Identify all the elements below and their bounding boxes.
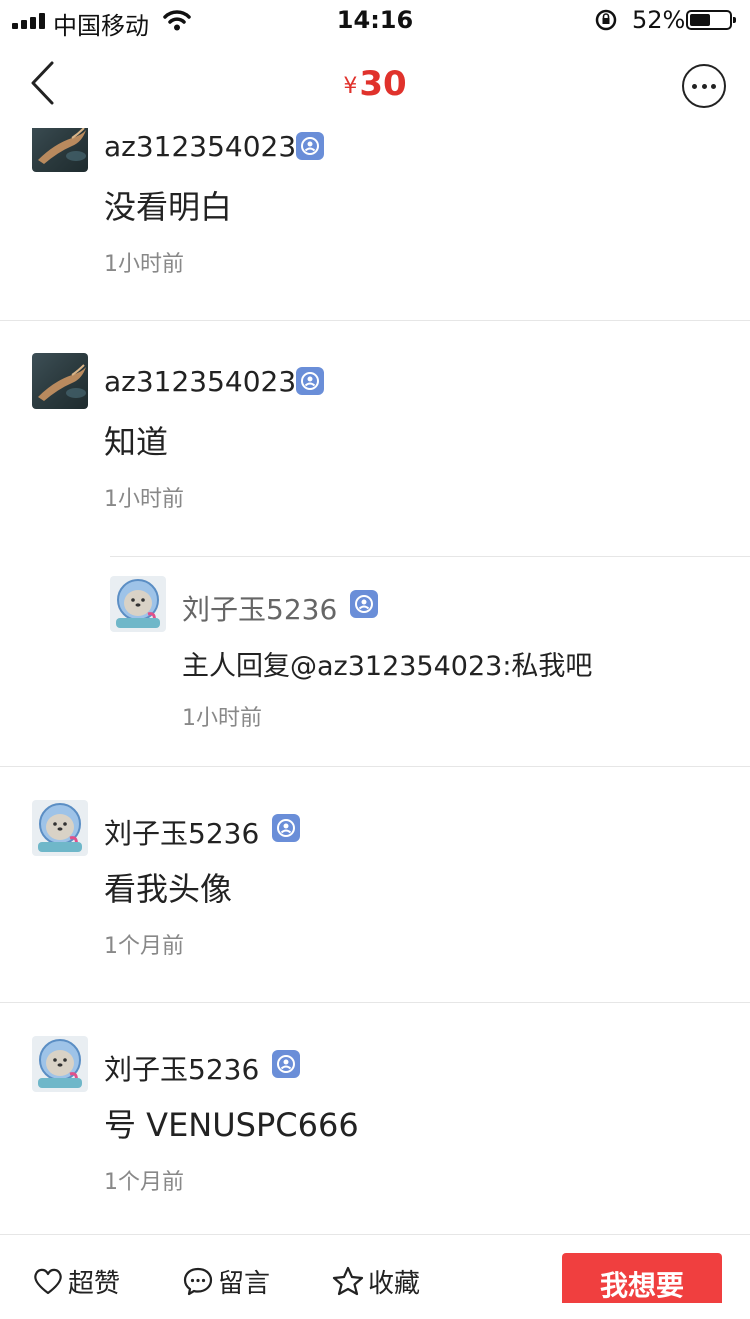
more-dot-icon xyxy=(711,84,716,89)
nav-bar: ¥30 xyxy=(0,44,750,128)
divider xyxy=(110,556,750,557)
divider xyxy=(0,320,750,321)
battery-percent: 52% xyxy=(632,6,686,34)
verified-badge-icon xyxy=(272,1050,300,1078)
seal-avatar-image xyxy=(32,800,88,856)
star-icon xyxy=(332,1266,364,1296)
comment-text: 没看明白 xyxy=(104,188,233,226)
verified-badge-icon xyxy=(296,132,324,160)
comment-time: 1个月前 xyxy=(104,1170,184,1195)
comment-button[interactable]: 留言 xyxy=(182,1263,272,1299)
comment-time: 1小时前 xyxy=(104,252,184,277)
speech-bubble-icon xyxy=(183,1267,213,1296)
comment-text: 看我头像 xyxy=(104,870,233,908)
more-options-button[interactable] xyxy=(682,64,726,108)
comment-username[interactable]: az312354023 xyxy=(104,365,296,398)
favorite-label: 收藏 xyxy=(368,1269,421,1299)
bottom-action-bar: 超赞 留言 收藏 我想要 xyxy=(0,1234,750,1303)
verified-badge-icon xyxy=(350,590,378,618)
status-bar: 中国移动 14:16 52% xyxy=(0,0,750,44)
heart-icon xyxy=(34,1268,62,1295)
rotation-lock-icon xyxy=(595,9,617,31)
comment-username[interactable]: 刘子玉5236 xyxy=(104,1048,259,1088)
battery-icon xyxy=(686,10,736,30)
comment-label: 留言 xyxy=(218,1269,271,1299)
want-button[interactable]: 我想要 xyxy=(562,1253,722,1303)
user-avatar[interactable] xyxy=(32,128,88,172)
user-avatar[interactable] xyxy=(32,800,88,856)
favorite-button[interactable]: 收藏 xyxy=(332,1263,422,1299)
verified-badge-icon xyxy=(272,814,300,842)
seal-avatar-image xyxy=(110,576,166,632)
like-label: 超赞 xyxy=(68,1269,121,1299)
seal-avatar-image xyxy=(32,1036,88,1092)
comment-time: 1小时前 xyxy=(182,706,262,731)
item-price: ¥30 xyxy=(0,64,750,104)
price-amount: 30 xyxy=(359,64,407,104)
comment-username[interactable]: az312354023 xyxy=(104,130,296,163)
divider xyxy=(0,766,750,767)
verified-badge-icon xyxy=(296,367,324,395)
like-button[interactable]: 超赞 xyxy=(32,1263,122,1299)
comment-username[interactable]: 刘子玉5236 xyxy=(104,812,259,852)
comment-time: 1个月前 xyxy=(104,934,184,959)
fish-avatar-image xyxy=(32,353,88,409)
comment-text: 号 VENUSPC666 xyxy=(104,1106,359,1144)
fish-avatar-image xyxy=(32,128,88,172)
more-dot-icon xyxy=(692,84,697,89)
divider xyxy=(0,1002,750,1003)
currency-symbol: ¥ xyxy=(343,74,358,99)
reply-username[interactable]: 刘子玉5236 xyxy=(182,588,337,628)
user-avatar[interactable] xyxy=(110,576,166,632)
user-avatar[interactable] xyxy=(32,1036,88,1092)
comment-time: 1小时前 xyxy=(104,487,184,512)
more-dot-icon xyxy=(701,84,707,89)
reply-text: 主人回复@az312354023:私我吧 xyxy=(182,651,593,682)
user-avatar[interactable] xyxy=(32,353,88,409)
comment-text: 知道 xyxy=(104,423,169,461)
